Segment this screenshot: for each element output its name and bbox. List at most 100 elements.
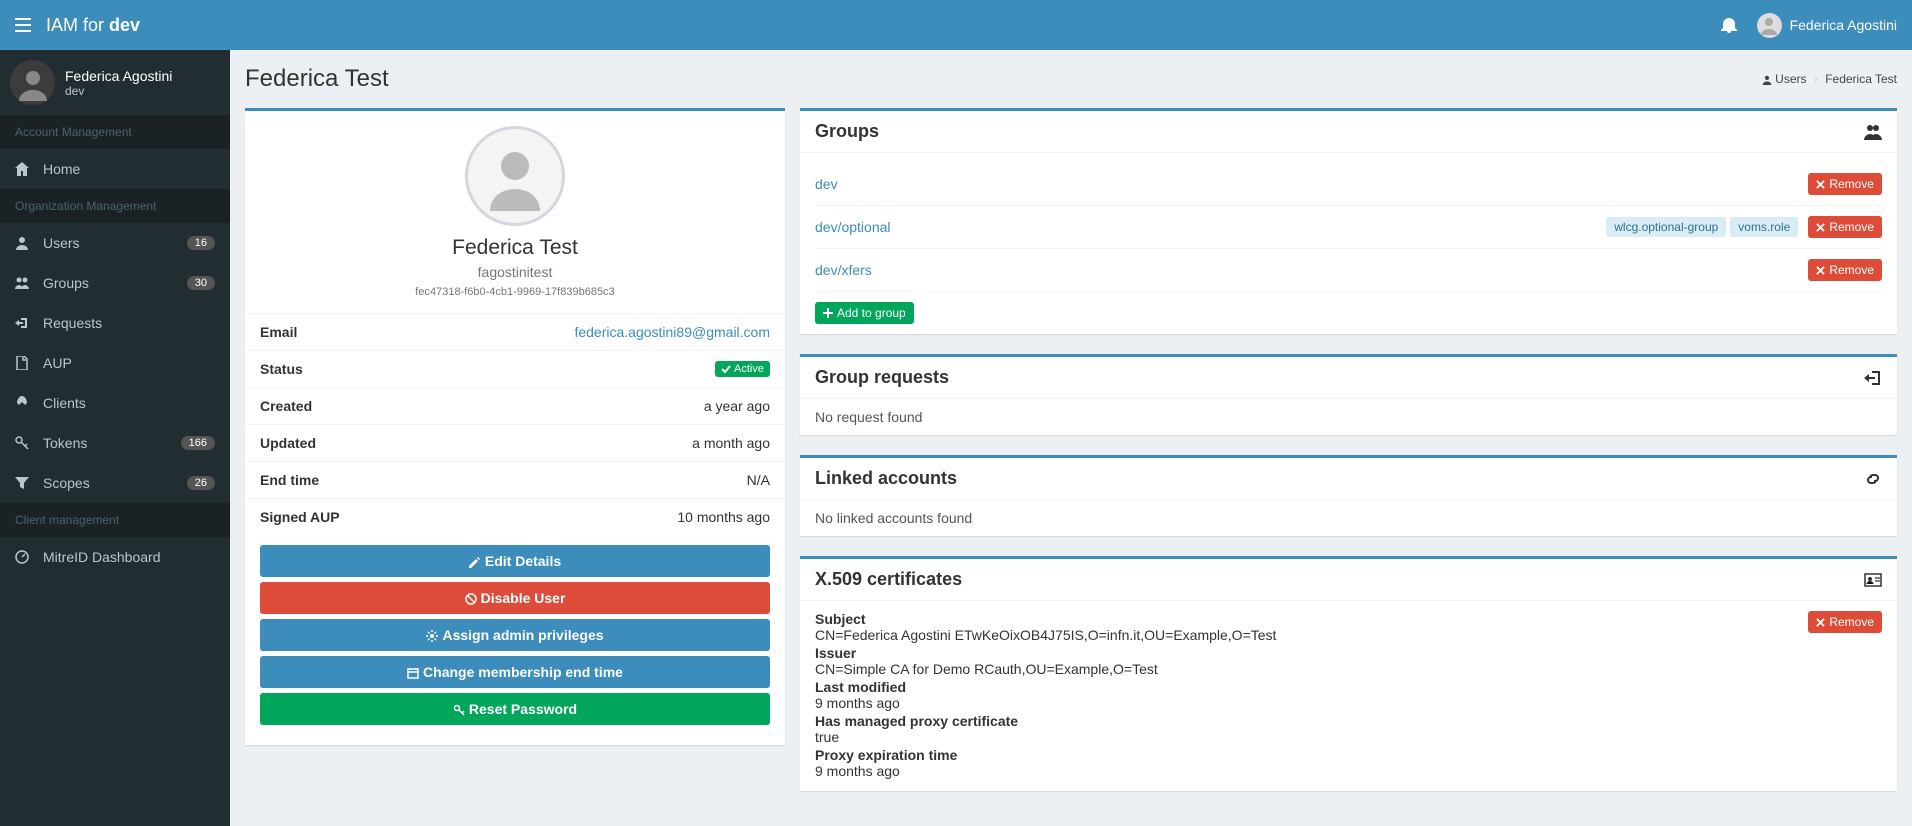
group-requests-title: Group requests: [815, 367, 949, 388]
sidebar-item-mitreid[interactable]: MitreID Dashboard: [0, 537, 230, 577]
sidebar-item-aup[interactable]: AUP: [0, 343, 230, 383]
cert-issuer-value: CN=Simple CA for Demo RCauth,OU=Example,…: [815, 661, 1882, 677]
assign-admin-button[interactable]: Assign admin privileges: [260, 619, 770, 651]
status-badge: Active: [715, 361, 770, 377]
group-remove-button[interactable]: Remove: [1808, 216, 1882, 238]
email-value[interactable]: federica.agostini89@gmail.com: [574, 324, 770, 340]
sidebar-section-org: Organization Management: [0, 189, 230, 223]
edit-details-button[interactable]: Edit Details: [260, 545, 770, 577]
cert-modified-label: Last modified: [815, 679, 1882, 695]
profile-row-endtime: End time N/A: [245, 461, 785, 498]
brand-org: dev: [109, 15, 140, 35]
profile-uuid: fec47318-f6b0-4cb1-9969-17f839b685c3: [260, 286, 770, 298]
add-to-group-button[interactable]: Add to group: [815, 302, 914, 324]
main-content: Federica Test Users › Federica Test Fede…: [230, 50, 1912, 826]
id-card-icon: [1864, 571, 1882, 589]
breadcrumb-separator: ›: [1814, 72, 1818, 86]
breadcrumb-users[interactable]: Users: [1775, 72, 1806, 86]
group-icon: [1864, 123, 1882, 141]
linked-accounts-box: Linked accounts No linked accounts found: [800, 455, 1897, 536]
sidebar-item-clients[interactable]: Clients: [0, 383, 230, 423]
file-icon: [15, 356, 35, 370]
cert-proxy-value: true: [815, 729, 1882, 745]
profile-row-aup: Signed AUP 10 months ago: [245, 498, 785, 535]
aup-label: Signed AUP: [260, 509, 340, 525]
scopes-count-badge: 26: [187, 476, 215, 490]
change-endtime-button[interactable]: Change membership end time: [260, 656, 770, 688]
user-icon: [15, 236, 35, 250]
sidebar-item-label: MitreID Dashboard: [43, 549, 161, 565]
certificates-title: X.509 certificates: [815, 569, 962, 590]
sidebar-item-users[interactable]: Users 16: [0, 223, 230, 263]
disable-user-button[interactable]: Disable User: [260, 582, 770, 614]
sidebar-item-home[interactable]: Home: [0, 149, 230, 189]
profile-row-created: Created a year ago: [245, 387, 785, 424]
sidebar-item-label: Tokens: [43, 435, 87, 451]
sidebar-user-org: dev: [65, 84, 172, 98]
sidebar-item-requests[interactable]: Requests: [0, 303, 230, 343]
topbar-user-name: Federica Agostini: [1790, 17, 1897, 33]
sidebar-section-client: Client management: [0, 503, 230, 537]
user-icon: [1762, 75, 1772, 85]
aup-value: 10 months ago: [677, 509, 770, 525]
home-icon: [15, 162, 35, 176]
sidebar-item-label: AUP: [43, 355, 72, 371]
rocket-icon: [15, 396, 35, 410]
profile-row-email: Email federica.agostini89@gmail.com: [245, 313, 785, 350]
topbar-user-menu[interactable]: Federica Agostini: [1757, 13, 1897, 38]
created-value: a year ago: [704, 398, 770, 414]
group-row: dev/xfers Remove: [815, 249, 1882, 292]
sidebar-user-panel: Federica Agostini dev: [0, 50, 230, 115]
sidebar-item-label: Clients: [43, 395, 86, 411]
breadcrumb-current: Federica Test: [1825, 72, 1897, 86]
profile-name: Federica Test: [260, 236, 770, 260]
groups-box: Groups dev Remove dev/optional wlcg.optiona…: [800, 108, 1897, 334]
sidebar-item-label: Groups: [43, 275, 89, 291]
link-icon: [1864, 470, 1882, 488]
groups-title: Groups: [815, 121, 879, 142]
updated-label: Updated: [260, 435, 316, 451]
group-remove-button[interactable]: Remove: [1808, 173, 1882, 195]
sidebar-item-groups[interactable]: Groups 30: [0, 263, 230, 303]
app-brand[interactable]: IAM for dev: [46, 15, 140, 36]
cert-issuer-label: Issuer: [815, 645, 1882, 661]
sidebar-item-label: Requests: [43, 315, 102, 331]
cert-subject-label: Subject: [815, 611, 1882, 627]
bell-icon[interactable]: [1721, 17, 1737, 33]
avatar-icon: [1757, 13, 1782, 38]
group-labels: wlcg.optional-groupvoms.role: [1602, 217, 1798, 237]
updated-value: a month ago: [692, 435, 770, 451]
top-navbar: IAM for dev Federica Agostini: [0, 0, 1912, 50]
groups-count-badge: 30: [187, 276, 215, 290]
certificates-box: X.509 certificates Remove SubjectCN=: [800, 556, 1897, 791]
group-remove-button[interactable]: Remove: [1808, 259, 1882, 281]
page-title: Federica Test: [245, 65, 389, 93]
dashboard-icon: [15, 550, 35, 564]
signin-icon: [1864, 369, 1882, 387]
cert-proxy-exp-value: 9 months ago: [815, 763, 1882, 779]
group-link[interactable]: dev: [815, 176, 838, 192]
profile-row-updated: Updated a month ago: [245, 424, 785, 461]
cert-subject-value: CN=Federica Agostini ETwKeOixOB4J75IS,O=…: [815, 627, 1882, 643]
reset-password-button[interactable]: Reset Password: [260, 693, 770, 725]
group-link[interactable]: dev/optional: [815, 219, 891, 235]
status-value: Active: [734, 363, 764, 375]
sidebar-item-scopes[interactable]: Scopes 26: [0, 463, 230, 503]
group-icon: [15, 276, 35, 290]
breadcrumb: Users › Federica Test: [1762, 72, 1897, 86]
filter-icon: [15, 476, 35, 490]
group-link[interactable]: dev/xfers: [815, 262, 872, 278]
sidebar-item-label: Scopes: [43, 475, 90, 491]
hamburger-icon[interactable]: [15, 18, 31, 32]
brand-prefix: IAM for: [46, 15, 109, 35]
group-row: dev/optional wlcg.optional-groupvoms.role…: [815, 206, 1882, 249]
key-icon: [15, 436, 35, 450]
cert-remove-button[interactable]: Remove: [1808, 611, 1882, 633]
signin-icon: [15, 316, 35, 330]
sidebar-item-tokens[interactable]: Tokens 166: [0, 423, 230, 463]
sidebar-item-label: Users: [43, 235, 80, 251]
created-label: Created: [260, 398, 312, 414]
profile-avatar: [465, 126, 565, 226]
cert-proxy-exp-label: Proxy expiration time: [815, 747, 1882, 763]
profile-box: Federica Test fagostinitest fec47318-f6b…: [245, 108, 785, 745]
